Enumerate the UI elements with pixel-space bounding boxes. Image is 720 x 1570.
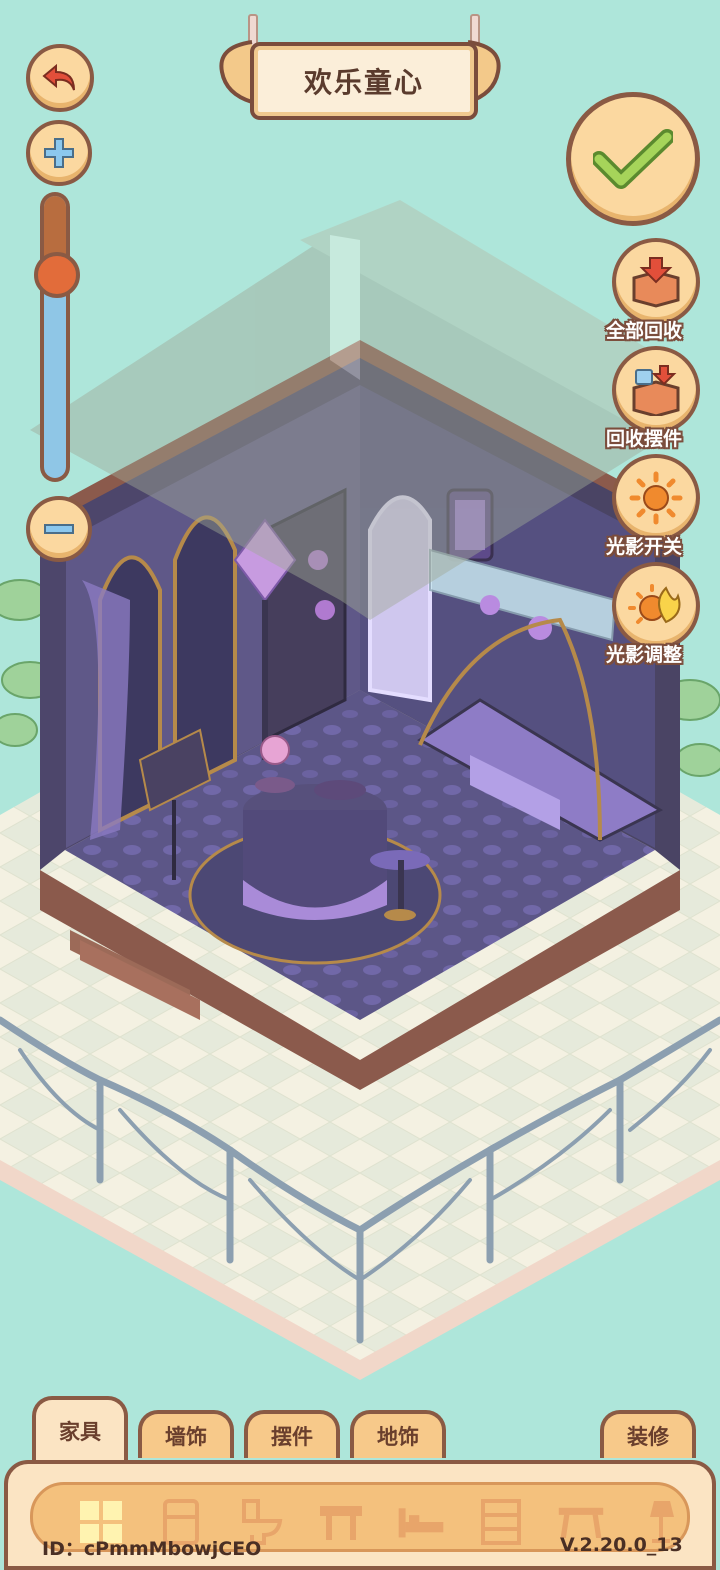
zoom-out-button[interactable] — [26, 496, 92, 562]
recycle-decor-label: 回收摆件 — [606, 428, 683, 450]
bed-icon[interactable] — [397, 1499, 445, 1545]
stool-icon[interactable] — [317, 1499, 365, 1545]
tab-renovation[interactable]: 装修 — [600, 1410, 696, 1458]
light-adjust-circle — [612, 562, 700, 650]
light-adjust-label: 光影调整 — [606, 644, 683, 666]
recycle-all-button[interactable]: 全部回收 — [606, 238, 706, 342]
room-title-sign: 欢乐童心 — [212, 14, 508, 120]
checkmark-icon — [593, 129, 673, 189]
recycle-all-label: 全部回收 — [606, 320, 683, 342]
player-id: ID：cPmmMbowjCEO — [42, 1538, 262, 1560]
sun-moon-icon — [628, 584, 681, 624]
version-label: V.2.20.0_13 — [560, 1534, 683, 1556]
recycle-decor-button[interactable]: 回收摆件 — [606, 346, 706, 450]
room-title: 欢乐童心 — [303, 66, 424, 99]
cabinet-icon[interactable] — [477, 1499, 525, 1545]
title-plate: 欢乐童心 — [250, 42, 478, 120]
light-adjust-button[interactable]: 光影调整 — [606, 562, 706, 666]
tab-floor-decor[interactable]: 地饰 — [350, 1410, 446, 1458]
box-down-arrow-icon — [632, 257, 680, 308]
undo-arrow-icon — [42, 63, 75, 91]
plus-icon — [44, 138, 74, 168]
light-toggle-button[interactable]: 光影开关 — [606, 454, 706, 558]
zoom-in-button[interactable] — [26, 120, 92, 186]
tab-ornaments[interactable]: 摆件 — [244, 1410, 340, 1458]
light-toggle-circle — [612, 454, 700, 542]
tab-wall-decor[interactable]: 墙饰 — [138, 1410, 234, 1458]
recycle-all-circle — [612, 238, 700, 326]
light-toggle-label: 光影开关 — [606, 536, 683, 558]
undo-button[interactable] — [26, 44, 94, 112]
tab-furniture[interactable]: 家具 — [32, 1396, 128, 1462]
zoom-slider-track — [44, 196, 66, 478]
sun-icon — [629, 471, 683, 525]
zoom-slider[interactable] — [40, 192, 70, 482]
minus-icon — [44, 524, 74, 534]
zoom-slider-handle[interactable] — [34, 251, 80, 298]
recycle-decor-circle — [612, 346, 700, 434]
cup-box-icon — [632, 365, 680, 416]
confirm-button[interactable] — [566, 92, 700, 226]
